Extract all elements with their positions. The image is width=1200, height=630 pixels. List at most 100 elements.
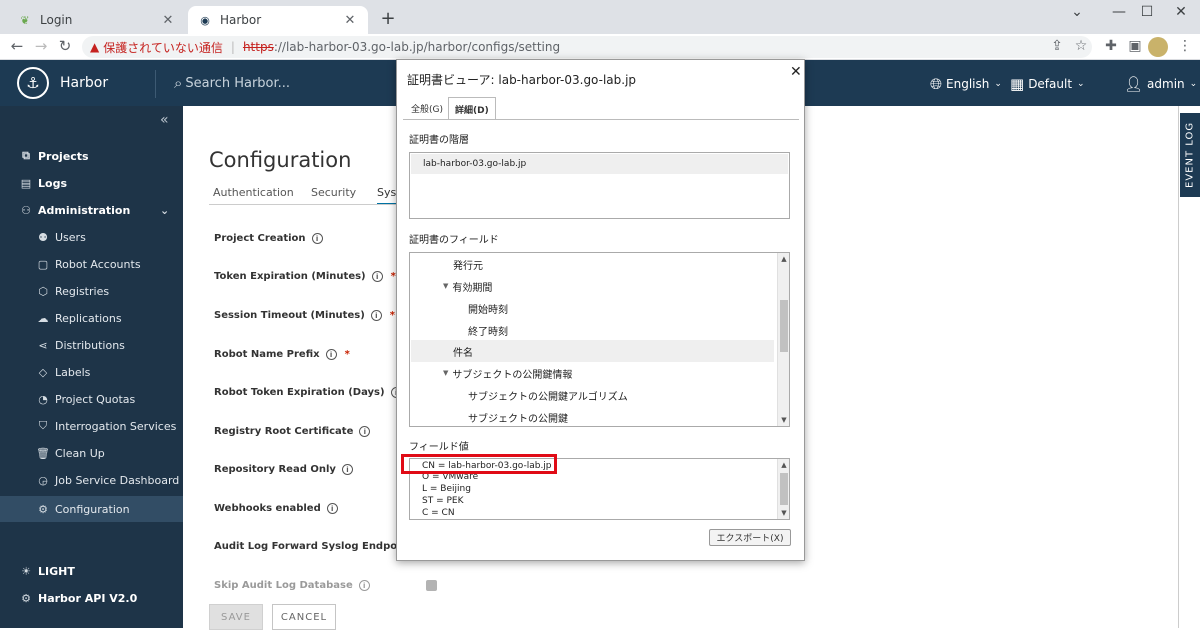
sidebar-item-replications[interactable]: ☁ Replications [0,305,183,331]
bookmark-star-icon[interactable]: ☆ [1070,38,1092,54]
info-icon[interactable]: i [358,580,370,591]
sidebar-item-registries[interactable]: ⬡ Registries [0,278,183,304]
extensions-puzzle-icon[interactable]: ✚ [1100,38,1122,54]
sidebar-item-logs[interactable]: ▤ Logs [0,170,183,196]
quotas-icon: ◔ [38,392,48,406]
search-input[interactable]: Search Harbor... [185,76,290,91]
fields-label: 証明書のフィールド [409,235,499,246]
scroll-thumb[interactable] [780,300,788,352]
tree-item[interactable]: 開始時刻 [411,297,774,319]
calendar-icon: ▦ [1010,75,1025,93]
info-icon[interactable]: i [370,310,382,321]
scroll-thumb[interactable] [780,473,788,505]
tab-general[interactable]: 全般(G) [405,97,449,119]
expander-triangle-icon[interactable]: ▼ [443,369,448,377]
url-bar[interactable]: ▲ 保護されていない通信 | https ://lab-harbor-03.go… [82,36,1092,58]
dashboard-icon: ◶ [38,473,48,487]
interrogation-icon: ⛉ [38,419,48,432]
tab-search-icon[interactable]: ⌄ [1062,4,1092,20]
certificate-fields-tree[interactable]: 発行元 ▼ 有効期間 開始時刻 終了時刻 件名 ▼ サブジェクトの公開鍵情報 サ… [409,252,790,427]
expander-triangle-icon[interactable]: ▼ [443,282,448,290]
sidebar-item-interrogation-services[interactable]: ⛉ Interrogation Services [0,413,183,439]
sidebar-item-project-quotas[interactable]: ◔ Project Quotas [0,386,183,412]
info-icon[interactable]: i [371,271,383,282]
tree-item[interactable]: ▼ 有効期間 [411,275,774,297]
language-label: English [946,77,990,91]
event-log-tab[interactable]: EVENT LOG [1180,113,1200,197]
tree-item[interactable]: サブジェクトの公開鍵アルゴリズム [411,384,774,406]
info-icon[interactable]: i [341,464,353,475]
language-menu[interactable]: 🌐︎ English ⌄ [930,75,1002,93]
sidebar-item-job-service-dashboard[interactable]: ◶ Job Service Dashboard [0,467,183,493]
sidebar-item-projects[interactable]: ⧉ Projects [0,143,183,169]
sidebar-item-users[interactable]: ⚉ Users [0,224,183,250]
sidebar-item-configuration[interactable]: ⚙ Configuration [0,496,183,522]
api-icon: ⚙ [21,591,31,605]
gear-icon: ⚙ [38,502,48,516]
datetime-format-menu[interactable]: ▦ Default ⌄ [1010,75,1085,93]
registries-icon: ⬡ [38,284,48,298]
harbor-logo-icon[interactable]: ⚓ [17,67,49,99]
scroll-down-arrow-icon[interactable]: ▼ [778,509,789,517]
tree-item[interactable]: 終了時刻 [411,319,774,341]
field-token-expiration: Token Expiration (Minutes) i * [214,271,396,282]
theme-toggle-label: LIGHT [38,564,75,578]
forward-arrow-icon[interactable]: → [30,37,52,55]
close-window-button[interactable]: ✕ [1166,4,1196,20]
back-arrow-icon[interactable]: ← [6,37,28,55]
reload-icon[interactable]: ↻ [54,37,76,55]
tree-item[interactable]: サブジェクトの公開鍵 [411,406,774,426]
sidebar-item-administration[interactable]: ⚇ Administration ⌄ [0,197,183,223]
tab-system-settings[interactable]: Sys [377,186,397,205]
close-tab-icon[interactable]: ✕ [342,13,358,28]
sidebar-item-label: Robot Accounts [55,257,141,271]
tab-security[interactable]: Security [311,186,356,199]
field-label: Audit Log Forward Syslog Endpoint [214,541,413,552]
browser-tab-harbor[interactable]: ◉ Harbor ✕ [188,6,368,34]
scroll-up-arrow-icon[interactable]: ▲ [778,255,789,263]
side-panel-icon[interactable]: ▣ [1124,38,1146,54]
sidebar-item-distributions[interactable]: ⋖ Distributions [0,332,183,358]
close-icon[interactable]: ✕ [790,64,802,80]
tree-item[interactable]: ▼ サブジェクトの公開鍵情報 [411,362,774,384]
certificate-hierarchy-list[interactable]: lab-harbor-03.go-lab.jp [409,152,790,219]
close-tab-icon[interactable]: ✕ [160,13,176,28]
sidebar-item-robot-accounts[interactable]: ▢ Robot Accounts [0,251,183,277]
share-icon[interactable]: ⇪ [1046,38,1068,54]
scroll-down-arrow-icon[interactable]: ▼ [778,416,789,424]
fields-scrollbar[interactable]: ▲ ▼ [777,253,789,426]
field-repository-read-only: Repository Read Only i [214,464,353,475]
insecure-connection-label: 保護されていない通信 [103,40,223,55]
tab-authentication[interactable]: Authentication [213,186,294,199]
tree-item-selected[interactable]: 件名 [411,340,774,362]
info-icon[interactable]: i [326,503,338,514]
info-icon[interactable]: i [359,426,371,437]
scroll-up-arrow-icon[interactable]: ▲ [778,461,789,469]
cancel-button[interactable]: CANCEL [272,604,336,630]
cn-highlight-box [401,454,557,474]
maximize-button[interactable]: ☐ [1132,4,1162,20]
export-button[interactable]: エクスポート(X) [709,529,791,546]
theme-toggle[interactable]: ☀ LIGHT [0,558,183,584]
collapse-sidebar-icon[interactable]: « [160,112,169,128]
minimize-button[interactable]: — [1104,4,1134,20]
browser-menu-icon[interactable]: ⋮ [1174,38,1196,54]
save-button[interactable]: SAVE [209,604,263,630]
hierarchy-item[interactable]: lab-harbor-03.go-lab.jp [411,154,788,174]
sidebar-item-labels[interactable]: ◇ Labels [0,359,183,385]
value-scrollbar[interactable]: ▲ ▼ [777,459,789,519]
profile-avatar[interactable] [1148,37,1168,57]
user-menu[interactable]: 👤︎ admin ⌄ [1124,75,1197,93]
info-icon[interactable]: i [311,233,323,244]
skip-audit-log-checkbox[interactable] [426,580,437,591]
browser-tab-strip: ❦ Login ✕ ◉ Harbor ✕ + ⌄ — ☐ ✕ [0,0,1200,34]
new-tab-button[interactable]: + [378,8,398,29]
info-icon[interactable]: i [325,349,337,360]
tab-details[interactable]: 詳細(D) [448,97,496,120]
global-search[interactable]: ⌕ Search Harbor... [174,74,290,92]
browser-tab-login[interactable]: ❦ Login ✕ [8,6,186,34]
tree-item[interactable]: 発行元 [411,253,774,275]
sidebar-item-label: Administration [38,203,131,217]
harbor-api-link[interactable]: ⚙ Harbor API V2.0 [0,585,183,611]
sidebar-item-clean-up[interactable]: 🗑︎ Clean Up [0,440,183,466]
